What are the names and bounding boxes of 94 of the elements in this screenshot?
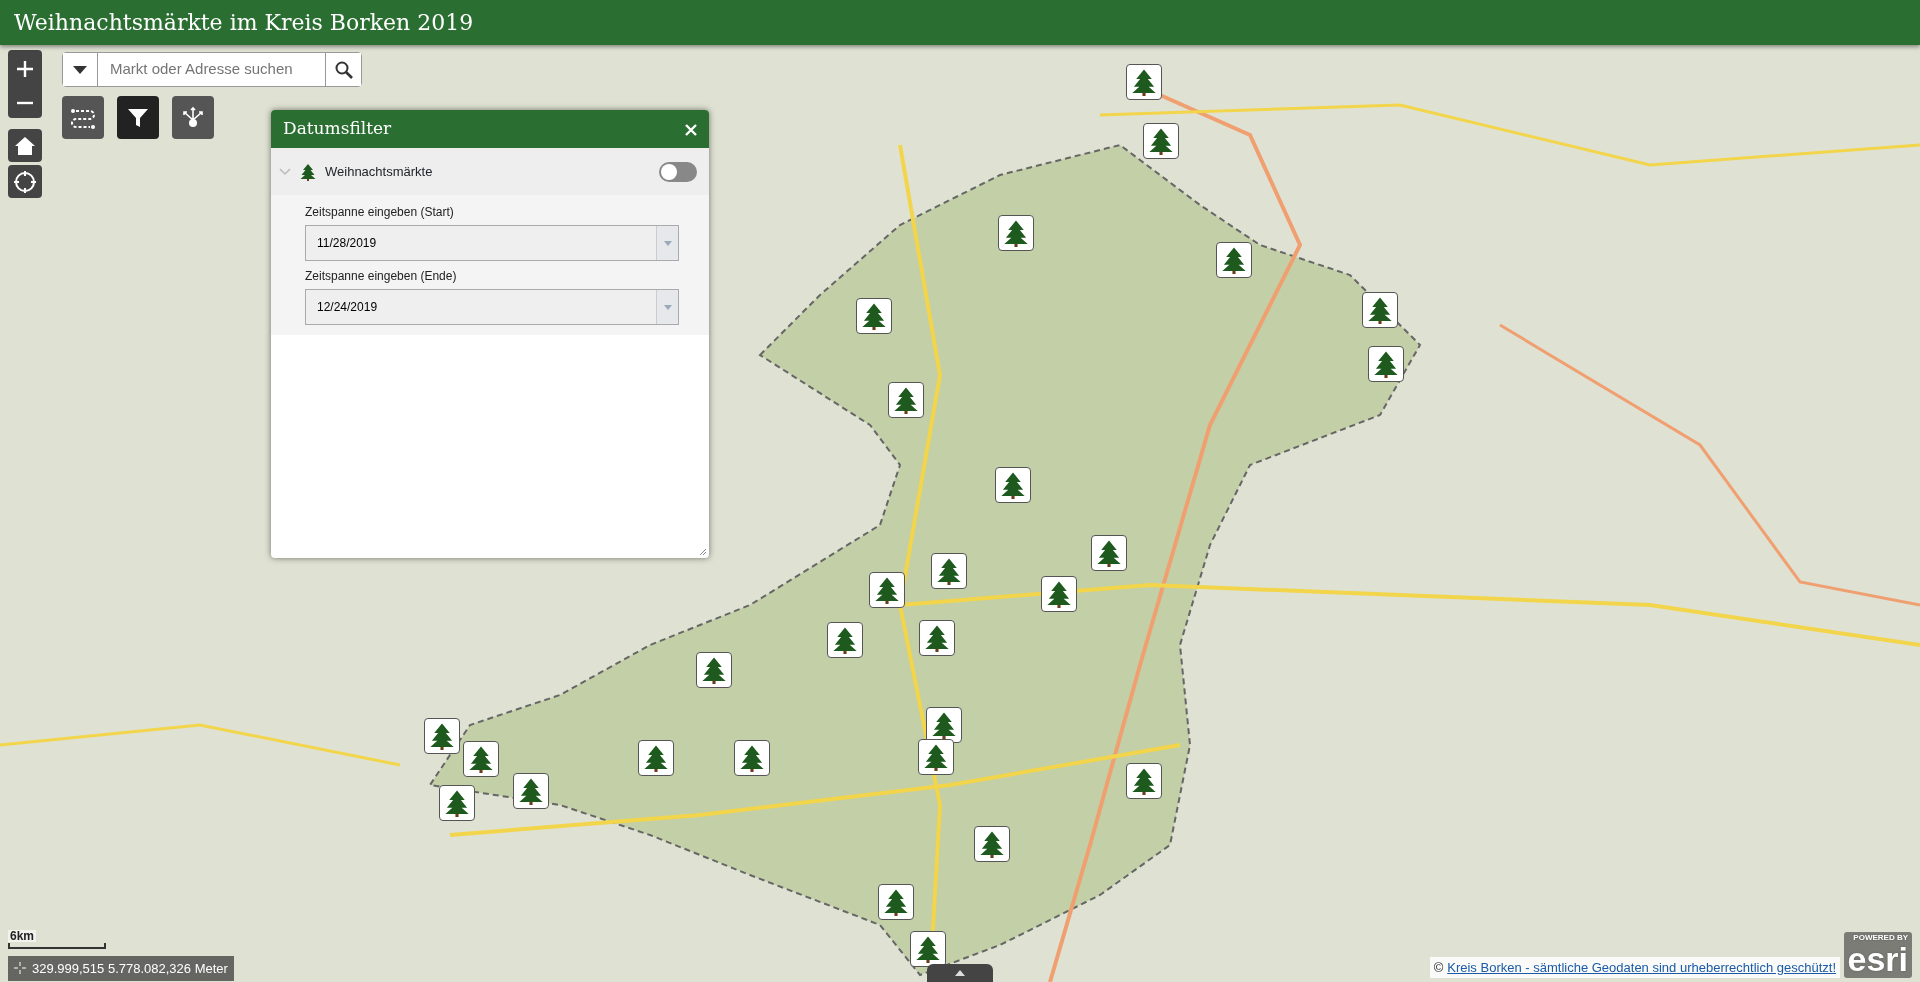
caret-up-icon [955, 970, 965, 976]
caret-icon [663, 304, 672, 310]
christmas-market-marker[interactable] [734, 740, 770, 776]
tree-icon [860, 302, 888, 330]
tree-icon [978, 830, 1006, 858]
christmas-market-marker[interactable] [888, 382, 924, 418]
christmas-market-marker[interactable] [1126, 763, 1162, 799]
christmas-market-marker[interactable] [1041, 576, 1077, 612]
christmas-market-marker[interactable] [919, 620, 955, 656]
tree-icon [517, 777, 545, 805]
christmas-market-marker[interactable] [1362, 292, 1398, 328]
tree-icon [999, 471, 1027, 499]
christmas-market-marker[interactable] [998, 215, 1034, 251]
filter-icon [127, 106, 149, 129]
chevron-icon [279, 167, 291, 176]
christmas-market-marker[interactable] [513, 773, 549, 809]
tree-icon [1220, 246, 1248, 274]
coordinate-text: 329.999,515 5.778.082,326 Meter [32, 959, 228, 978]
tree-icon [1130, 767, 1158, 795]
christmas-market-marker[interactable] [424, 718, 460, 754]
tree-icon [443, 789, 471, 817]
filter-button[interactable] [117, 96, 159, 139]
tree-icon [923, 624, 951, 652]
christmas-market-marker[interactable] [638, 740, 674, 776]
minus-icon [16, 101, 34, 106]
tree-icon [1002, 219, 1030, 247]
scale-label: 6km [8, 930, 37, 942]
tree-icon [299, 162, 317, 181]
share-icon [181, 105, 205, 130]
layer-name: Weihnachtsmärkte [325, 162, 434, 181]
christmas-market-marker[interactable] [827, 622, 863, 658]
layer-toggle[interactable] [659, 161, 697, 182]
christmas-market-marker[interactable] [439, 785, 475, 821]
christmas-market-marker[interactable] [878, 884, 914, 920]
tree-icon [831, 626, 859, 654]
panel-expand-button[interactable] [927, 964, 993, 982]
tree-icon [930, 711, 958, 739]
tree-icon [428, 722, 456, 750]
share-button[interactable] [172, 96, 214, 139]
field-label: Zeitspanne eingeben (Start) [305, 204, 455, 221]
tree-icon [1130, 68, 1158, 96]
route-icon [70, 106, 96, 129]
crosshair-icon [14, 962, 26, 975]
tree-icon [914, 935, 942, 963]
tree-icon [1147, 127, 1175, 155]
christmas-market-marker[interactable] [696, 652, 732, 688]
search-icon [334, 60, 353, 79]
locate-button[interactable] [8, 165, 42, 198]
christmas-market-marker[interactable] [463, 741, 499, 777]
tree-icon [1366, 296, 1394, 324]
caret-icon [663, 240, 672, 246]
christmas-market-marker[interactable] [974, 826, 1010, 862]
tree-icon [892, 386, 920, 414]
panel-title: Datumsfilter [283, 117, 392, 141]
christmas-market-marker[interactable] [1091, 535, 1127, 571]
crosshair-icon [13, 169, 37, 194]
copyright-sign: © [1433, 958, 1444, 977]
caret-icon [73, 65, 87, 74]
tree-icon [882, 888, 910, 916]
close-icon [685, 123, 697, 136]
search-box[interactable]: Markt oder Adresse suchen [62, 52, 362, 87]
christmas-market-marker[interactable] [869, 572, 905, 608]
christmas-market-marker[interactable] [856, 298, 892, 334]
logo: esri [1847, 942, 1908, 976]
christmas-market-marker[interactable] [910, 931, 946, 967]
search-button[interactable] [325, 53, 361, 86]
tree-icon [935, 557, 963, 585]
tree-icon [922, 743, 950, 771]
logo-caption: POWERED BY [1853, 934, 1908, 942]
tree-icon [1095, 539, 1123, 567]
directions-button[interactable] [62, 96, 104, 139]
christmas-market-marker[interactable] [1368, 346, 1404, 382]
tree-icon [738, 744, 766, 772]
christmas-market-marker[interactable] [926, 707, 962, 743]
tree-icon [1372, 350, 1400, 378]
tree-icon [642, 744, 670, 772]
field-label: Zeitspanne eingeben (Ende) [305, 268, 458, 285]
tree-icon [467, 745, 495, 773]
tree-icon [1045, 580, 1073, 608]
tree-icon [700, 656, 728, 684]
app-title: Weihnachtsmärkte im Kreis Borken 2019 [0, 0, 1920, 45]
attribution-link[interactable]: Kreis Borken - sämtliche Geodaten sind urheberrechtlich geschützt! [1447, 957, 1836, 977]
home-button[interactable] [8, 129, 42, 162]
tree-icon [873, 576, 901, 604]
home-icon [14, 135, 36, 156]
christmas-market-marker[interactable] [918, 739, 954, 775]
christmas-market-marker[interactable] [1216, 242, 1252, 278]
christmas-market-marker[interactable] [1126, 64, 1162, 100]
plus-icon [16, 60, 34, 79]
christmas-market-marker[interactable] [931, 553, 967, 589]
search-source-dropdown[interactable] [63, 53, 98, 86]
christmas-market-marker[interactable] [1143, 123, 1179, 159]
resize-handle-icon[interactable] [699, 548, 707, 556]
christmas-market-marker[interactable] [995, 467, 1031, 503]
